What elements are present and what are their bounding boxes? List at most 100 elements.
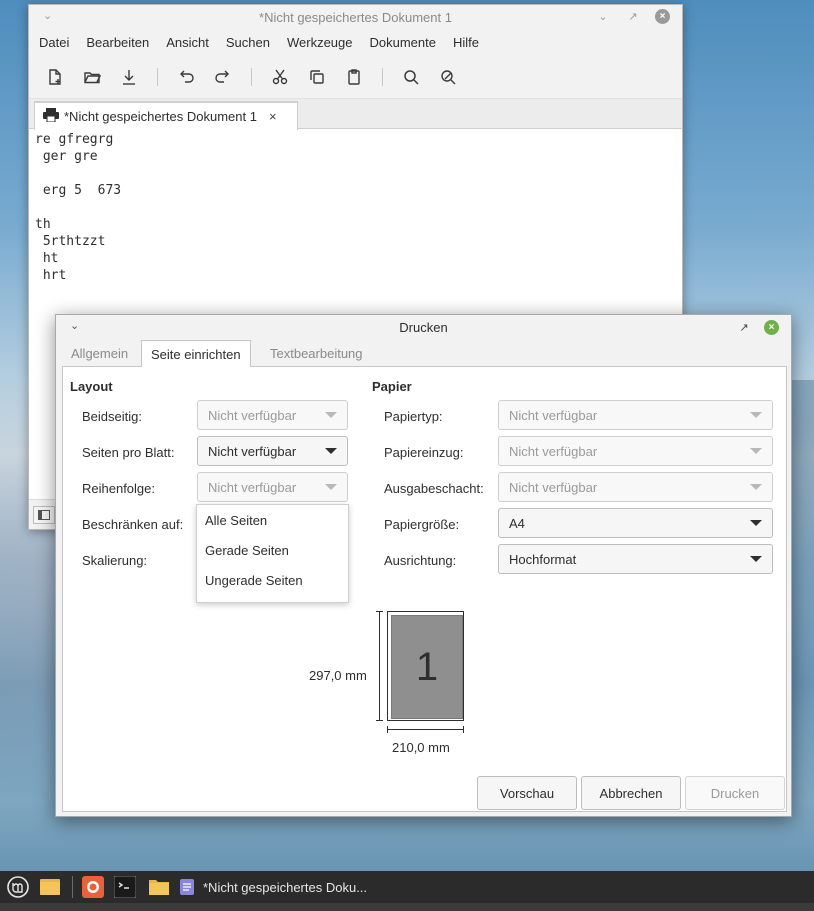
drucken-button[interactable]: Drucken bbox=[685, 776, 785, 810]
papiertyp-value: Nicht verfügbar bbox=[509, 407, 598, 423]
chevron-down-icon bbox=[750, 520, 762, 526]
chevron-down-icon bbox=[750, 448, 762, 454]
papiergroesse-value: A4 bbox=[509, 515, 525, 531]
minimize-icon[interactable]: ⌄ bbox=[595, 8, 611, 24]
width-dimension-line bbox=[387, 726, 464, 733]
maximize-icon[interactable]: ↗ bbox=[736, 319, 752, 335]
beidseitig-select[interactable]: Nicht verfügbar bbox=[197, 400, 348, 430]
menu-ansicht[interactable]: Ansicht bbox=[166, 35, 226, 50]
skalierung-label: Skalierung: bbox=[82, 553, 148, 568]
page-height-label: 297,0 mm bbox=[309, 668, 367, 683]
chevron-down-icon bbox=[325, 484, 337, 490]
seiten-pro-blatt-label: Seiten pro Blatt: bbox=[82, 445, 175, 460]
tab-textbearbeitung[interactable]: Textbearbeitung bbox=[261, 340, 372, 367]
beidseitig-value: Nicht verfügbar bbox=[208, 407, 297, 423]
menu-hilfe[interactable]: Hilfe bbox=[453, 35, 496, 50]
save-download-icon[interactable] bbox=[117, 65, 141, 89]
toolbar-separator bbox=[382, 67, 383, 86]
maximize-icon[interactable]: ↗ bbox=[625, 8, 641, 24]
toolbar-separator bbox=[157, 67, 158, 86]
taskbar-bottom-strip bbox=[0, 903, 814, 911]
menu-bearbeiten[interactable]: Bearbeiten bbox=[86, 35, 166, 50]
reihenfolge-label: Reihenfolge: bbox=[82, 481, 155, 496]
open-folder-icon[interactable] bbox=[80, 65, 104, 89]
cut-icon[interactable] bbox=[268, 65, 292, 89]
taskbar: *Nicht gespeichertes Doku... bbox=[0, 871, 814, 903]
mint-menu-icon[interactable] bbox=[6, 875, 30, 899]
chevron-down-icon bbox=[325, 412, 337, 418]
reihenfolge-value: Nicht verfügbar bbox=[208, 479, 297, 495]
chevron-down-icon bbox=[750, 412, 762, 418]
editor-titlebar: ⌄ *Nicht gespeichertes Dokument 1 ⌄ ↗ × bbox=[29, 5, 682, 30]
restrict-pages-dropdown: Alle Seiten Gerade Seiten Ungerade Seite… bbox=[196, 504, 349, 603]
beidseitig-label: Beidseitig: bbox=[82, 409, 142, 424]
page-preview: 1 bbox=[391, 615, 463, 719]
window-menu-icon[interactable]: ⌄ bbox=[70, 319, 79, 332]
tab-seite-einrichten[interactable]: Seite einrichten bbox=[141, 340, 251, 368]
menu-suchen[interactable]: Suchen bbox=[226, 35, 287, 50]
undo-icon[interactable] bbox=[174, 65, 198, 89]
taskbar-window-label[interactable]: *Nicht gespeichertes Doku... bbox=[203, 880, 367, 895]
ausrichtung-select[interactable]: Hochformat bbox=[498, 544, 773, 574]
editor-window-title: *Nicht gespeichertes Dokument 1 bbox=[259, 10, 452, 25]
ausrichtung-value: Hochformat bbox=[509, 551, 577, 567]
chevron-down-icon bbox=[750, 556, 762, 562]
tab-label: *Nicht gespeichertes Dokument 1 bbox=[64, 109, 257, 124]
window-menu-icon[interactable]: ⌄ bbox=[43, 9, 52, 22]
page-width-label: 210,0 mm bbox=[392, 740, 450, 755]
redo-icon[interactable] bbox=[211, 65, 235, 89]
firefox-icon[interactable] bbox=[81, 875, 105, 899]
editor-menubar: Datei Bearbeiten Ansicht Suchen Werkzeug… bbox=[29, 30, 682, 55]
printer-icon bbox=[43, 108, 59, 125]
papier-section-title: Papier bbox=[372, 379, 412, 394]
text-editor-icon[interactable] bbox=[179, 875, 195, 899]
new-document-icon[interactable] bbox=[43, 65, 67, 89]
layout-section-title: Layout bbox=[70, 379, 113, 394]
ausgabeschacht-label: Ausgabeschacht: bbox=[384, 481, 484, 496]
taskbar-divider bbox=[72, 876, 73, 898]
tab-allgemein[interactable]: Allgemein bbox=[62, 340, 137, 367]
editor-tabbar: *Nicht gespeichertes Dokument 1 × bbox=[29, 99, 682, 130]
search-replace-icon[interactable] bbox=[436, 65, 460, 89]
seiten-pro-blatt-select[interactable]: Nicht verfügbar bbox=[197, 436, 348, 466]
tab-document-1[interactable]: *Nicht gespeichertes Dokument 1 × bbox=[34, 101, 298, 130]
papiergroesse-select[interactable]: A4 bbox=[498, 508, 773, 538]
ausgabeschacht-select[interactable]: Nicht verfügbar bbox=[498, 472, 773, 502]
files-icon[interactable] bbox=[38, 875, 62, 899]
papiertyp-select[interactable]: Nicht verfügbar bbox=[498, 400, 773, 430]
tab-close-icon[interactable]: × bbox=[269, 109, 277, 124]
menu-datei[interactable]: Datei bbox=[39, 35, 86, 50]
side-panel-toggle-icon[interactable] bbox=[33, 506, 55, 524]
seiten-pro-blatt-value: Nicht verfügbar bbox=[208, 443, 297, 459]
vorschau-button[interactable]: Vorschau bbox=[477, 776, 577, 810]
folder-icon[interactable] bbox=[147, 875, 171, 899]
copy-icon[interactable] bbox=[305, 65, 329, 89]
height-dimension-line bbox=[376, 611, 383, 721]
papiereinzug-value: Nicht verfügbar bbox=[509, 443, 598, 459]
option-alle-seiten[interactable]: Alle Seiten bbox=[197, 505, 348, 535]
editor-toolbar bbox=[29, 55, 682, 99]
papiergroesse-label: Papiergröße: bbox=[384, 517, 460, 532]
menu-werkzeuge[interactable]: Werkzeuge bbox=[287, 35, 370, 50]
option-gerade-seiten[interactable]: Gerade Seiten bbox=[197, 535, 348, 565]
papiertyp-label: Papiertyp: bbox=[384, 409, 443, 424]
close-icon[interactable]: × bbox=[764, 319, 779, 335]
chevron-down-icon bbox=[750, 484, 762, 490]
paste-icon[interactable] bbox=[342, 65, 366, 89]
editor-text-area[interactable]: re gfregrg ger gre erg 5 673 th 5rthtzzt… bbox=[29, 129, 682, 286]
ausrichtung-label: Ausrichtung: bbox=[384, 553, 457, 568]
reihenfolge-select[interactable]: Nicht verfügbar bbox=[197, 472, 348, 502]
abbrechen-button[interactable]: Abbrechen bbox=[581, 776, 681, 810]
terminal-icon[interactable] bbox=[113, 875, 137, 899]
papiereinzug-label: Papiereinzug: bbox=[384, 445, 464, 460]
menu-dokumente[interactable]: Dokumente bbox=[370, 35, 453, 50]
ausgabeschacht-value: Nicht verfügbar bbox=[509, 479, 598, 495]
search-icon[interactable] bbox=[399, 65, 423, 89]
toolbar-separator bbox=[251, 67, 252, 86]
beschraenken-label: Beschränken auf: bbox=[82, 517, 184, 532]
papiereinzug-select[interactable]: Nicht verfügbar bbox=[498, 436, 773, 466]
print-dialog-title: Drucken bbox=[399, 320, 448, 335]
print-dialog: ⌄ Drucken ↗ × Allgemein Seite einrichten… bbox=[55, 314, 792, 817]
option-ungerade-seiten[interactable]: Ungerade Seiten bbox=[197, 565, 348, 595]
close-icon[interactable]: × bbox=[655, 8, 670, 24]
